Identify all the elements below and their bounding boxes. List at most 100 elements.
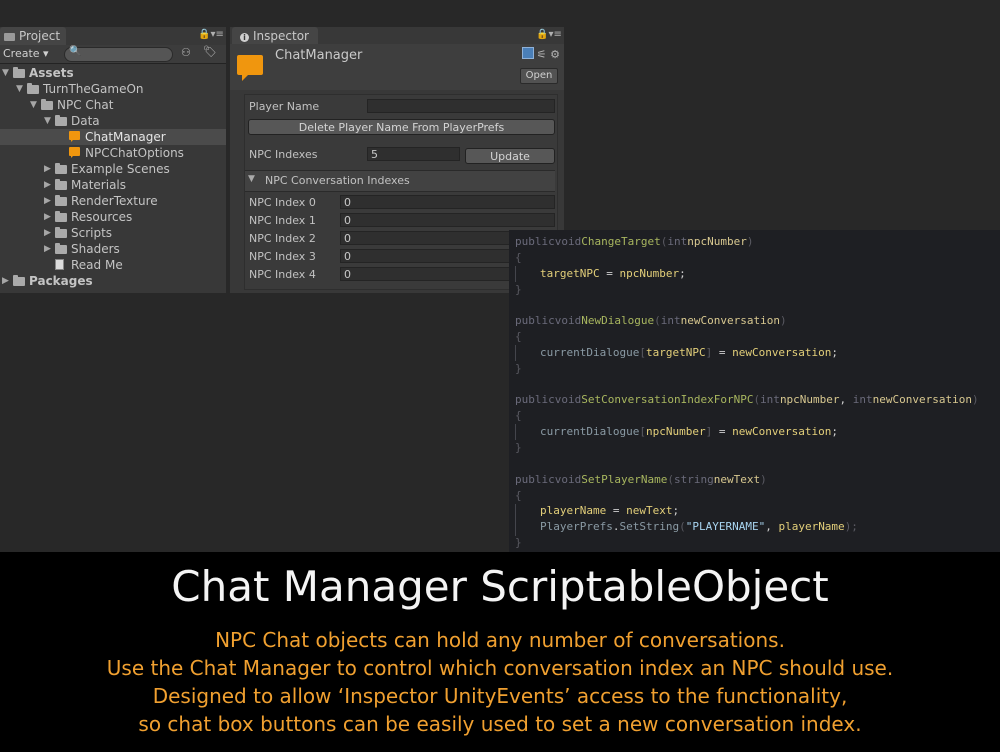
npc-index-label: NPC Index 0 <box>249 196 316 209</box>
code-token: targetNPC <box>540 267 600 280</box>
code-token: newConversation <box>872 393 973 406</box>
panel-menu-icon[interactable]: 🔒▾≡ <box>198 29 224 40</box>
tree-item-label: Data <box>71 114 100 128</box>
code-token: ( <box>679 520 686 533</box>
code-line: publicvoidSetPlayerName(stringnewText) <box>515 473 767 487</box>
delete-player-name-button[interactable]: Delete Player Name From PlayerPrefs <box>248 119 555 135</box>
gear-icon[interactable]: ⚙ <box>550 48 560 61</box>
folder-icon <box>13 275 25 286</box>
open-brace: { <box>515 489 522 502</box>
collapse-arrow-icon[interactable]: ▶ <box>44 193 51 209</box>
code-token: ) <box>746 235 754 248</box>
tree-item-label: NPCChatOptions <box>85 146 184 160</box>
chat-asset-icon <box>237 55 263 81</box>
tree-item-label: RenderTexture <box>71 194 158 208</box>
open-brace: { <box>515 251 522 264</box>
tree-item[interactable]: ▼ Data <box>0 113 226 129</box>
header-icons: ⚟ ⚙ <box>521 47 560 61</box>
tree-item[interactable]: ▶ Resources <box>0 209 226 225</box>
code-token: int <box>852 393 873 406</box>
project-toolbar: Create ▾ 🔍 ⚇ 🏷 <box>0 45 226 64</box>
help-book-icon[interactable] <box>521 47 534 59</box>
tree-item[interactable]: ▼ NPC Chat <box>0 97 226 113</box>
npc-index-field[interactable]: 0 <box>340 213 555 227</box>
code-token: public <box>515 473 555 486</box>
code-token: ; <box>831 425 839 438</box>
tree-item-label: Read Me <box>71 258 123 272</box>
code-token: PlayerPrefs <box>540 520 613 533</box>
code-token: SetString <box>619 520 680 533</box>
code-line: PlayerPrefs.SetString("PLAYERNAME", play… <box>540 520 858 534</box>
tree-item[interactable]: Read Me <box>0 257 226 273</box>
collapse-arrow-icon[interactable]: ▶ <box>2 273 9 289</box>
npc-index-label: NPC Index 3 <box>249 250 316 263</box>
expand-arrow-icon[interactable]: ▼ <box>30 97 37 113</box>
folder-icon <box>4 33 15 41</box>
code-token: npcNumber <box>779 393 840 406</box>
tree-item[interactable]: NPCChatOptions <box>0 145 226 161</box>
create-button[interactable]: Create ▾ <box>3 46 49 62</box>
tab-inspector-label: Inspector <box>253 29 309 43</box>
npc-conversation-indexes-foldout[interactable]: ▼ NPC Conversation Indexes <box>245 170 555 192</box>
tree-item[interactable]: ▶ Materials <box>0 177 226 193</box>
close-brace: } <box>515 536 522 549</box>
indent-guide <box>515 266 516 282</box>
code-token: [ <box>639 346 646 359</box>
folder-icon <box>55 195 67 206</box>
label-tag-icon[interactable]: 🏷 <box>203 45 217 58</box>
tree-item[interactable]: ▶ Shaders <box>0 241 226 257</box>
tree-item-label: Materials <box>71 178 127 192</box>
code-line: currentDialogue[targetNPC] = newConversa… <box>540 346 838 360</box>
foldout-label: NPC Conversation Indexes <box>265 174 410 187</box>
collapse-arrow-icon[interactable]: ▶ <box>44 209 51 225</box>
update-button[interactable]: Update <box>465 148 555 164</box>
code-token: = <box>712 425 733 438</box>
folder-icon <box>13 67 25 78</box>
chat-asset-icon <box>69 147 80 158</box>
tab-inspector[interactable]: i Inspector <box>232 27 318 45</box>
npc-indexes-field[interactable]: 5 <box>367 147 460 161</box>
search-input[interactable]: 🔍 <box>64 46 173 62</box>
expand-arrow-icon[interactable]: ▼ <box>44 113 51 129</box>
open-brace: { <box>515 409 522 422</box>
folder-icon <box>55 179 67 190</box>
caption-banner: Chat Manager ScriptableObject NPC Chat o… <box>0 552 1000 752</box>
player-name-field[interactable] <box>367 99 555 113</box>
npc-index-field[interactable]: 0 <box>340 195 555 209</box>
tree-item[interactable]: ▶ Scripts <box>0 225 226 241</box>
code-token: , <box>765 520 779 533</box>
indent-guide <box>515 424 516 440</box>
code-token: ( <box>667 473 674 486</box>
folder-icon <box>55 243 67 254</box>
npc-indexes-label: NPC Indexes <box>249 148 318 161</box>
preset-sliders-icon[interactable]: ⚟ <box>537 48 547 61</box>
collapse-arrow-icon[interactable]: ▶ <box>44 241 51 257</box>
code-token: int <box>667 235 688 248</box>
collapse-arrow-icon[interactable]: ▶ <box>44 225 51 241</box>
tree-item[interactable]: ▶ Example Scenes <box>0 161 226 177</box>
tree-item[interactable]: ▶ Packages <box>0 273 226 289</box>
code-token: string <box>673 473 714 486</box>
foldout-arrow-icon: ▼ <box>248 174 255 184</box>
code-line: playerName = newText; <box>540 504 679 518</box>
tree-item[interactable]: ▶ RenderTexture <box>0 193 226 209</box>
caption-line-4: so chat box buttons can be easily used t… <box>138 712 862 736</box>
open-button[interactable]: Open <box>520 68 558 84</box>
expand-arrow-icon[interactable]: ▼ <box>16 81 23 97</box>
tree-item[interactable]: ▼ TurnTheGameOn <box>0 81 226 97</box>
code-token: newText <box>626 504 673 517</box>
tree-item[interactable]: ▼ Assets <box>0 65 226 81</box>
collapse-arrow-icon[interactable]: ▶ <box>44 161 51 177</box>
code-token: NewDialogue <box>581 314 655 327</box>
expand-arrow-icon[interactable]: ▼ <box>2 65 9 81</box>
inspector-menu-icon[interactable]: 🔒▾≡ <box>536 29 562 40</box>
code-token: ; <box>831 346 839 359</box>
caption-title: Chat Manager ScriptableObject <box>171 562 829 611</box>
folder-icon <box>55 115 67 126</box>
tab-project[interactable]: Project <box>0 27 66 45</box>
filter-type-icon[interactable]: ⚇ <box>181 46 191 59</box>
code-token: public <box>515 235 555 248</box>
tree-item[interactable]: ChatManager <box>0 129 226 145</box>
collapse-arrow-icon[interactable]: ▶ <box>44 177 51 193</box>
code-token: , <box>839 393 853 406</box>
